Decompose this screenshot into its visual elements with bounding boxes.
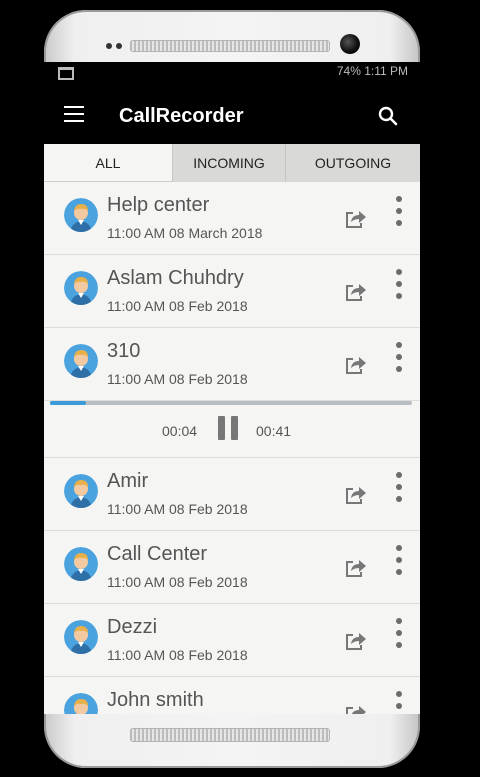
call-timestamp: 11:00 AM 08 Feb 2018	[107, 501, 248, 517]
more-vertical-icon[interactable]	[392, 196, 406, 234]
caller-name: Aslam Chuhdry	[107, 267, 244, 289]
call-timestamp: 11:00 AM 08 Feb 2018	[107, 298, 248, 314]
call-row[interactable]: Dezzi 11:00 AM 08 Feb 2018	[44, 604, 420, 677]
share-export-icon[interactable]	[344, 350, 370, 376]
caller-name: Help center	[107, 194, 210, 216]
playback-progress-fill	[50, 401, 87, 405]
playback-progress-track[interactable]	[50, 401, 412, 405]
share-export-icon[interactable]	[344, 626, 370, 652]
more-vertical-icon[interactable]	[392, 342, 406, 380]
earpiece-speaker	[130, 40, 330, 52]
pause-icon[interactable]	[218, 416, 240, 440]
tab-bar: ALL INCOMING OUTGOING	[44, 144, 420, 182]
tab-outgoing[interactable]: OUTGOING	[285, 144, 420, 182]
call-timestamp: 11:00 AM 08 Feb 2018	[107, 574, 248, 590]
status-text: 74% 1:11 PM	[336, 64, 408, 78]
user-avatar-icon	[64, 271, 98, 305]
total-time: 00:41	[256, 423, 292, 439]
notification-icon	[58, 67, 74, 80]
more-vertical-icon[interactable]	[392, 545, 406, 583]
phone-screen: 74% 1:11 PM CallRecorder ALL INCOMING OU…	[44, 62, 420, 714]
user-avatar-icon	[64, 547, 98, 581]
bottom-speaker	[130, 728, 330, 742]
call-timestamp: 11:00 AM 08 Feb 2018	[107, 647, 248, 663]
tab-incoming[interactable]: INCOMING	[172, 144, 285, 182]
caller-name: Amir	[107, 470, 149, 492]
user-avatar-icon	[64, 620, 98, 654]
more-vertical-icon[interactable]	[392, 691, 406, 714]
call-timestamp: 11:00 AM 08 Feb 2018	[107, 371, 248, 387]
app-title: CallRecorder	[119, 105, 244, 127]
status-bar: 74% 1:11 PM	[44, 62, 420, 88]
more-vertical-icon[interactable]	[392, 269, 406, 307]
search-icon[interactable]	[376, 104, 400, 128]
user-avatar-icon	[64, 474, 98, 508]
front-camera	[340, 34, 360, 54]
more-vertical-icon[interactable]	[392, 618, 406, 656]
call-row[interactable]: John smith 11:00 AM 08 Feb 2018	[44, 677, 420, 714]
share-export-icon[interactable]	[344, 553, 370, 579]
share-export-icon[interactable]	[344, 204, 370, 230]
share-export-icon[interactable]	[344, 699, 370, 714]
caller-name: John smith	[107, 689, 204, 711]
call-row[interactable]: Help center 11:00 AM 08 March 2018	[44, 182, 420, 255]
call-list: Help center 11:00 AM 08 March 2018 Aslam…	[44, 182, 420, 714]
call-timestamp: 11:00 AM 08 March 2018	[107, 225, 263, 241]
caller-name: Dezzi	[107, 616, 158, 638]
call-row[interactable]: 310 11:00 AM 08 Feb 2018	[44, 328, 420, 401]
current-time: 00:04	[162, 423, 198, 439]
user-avatar-icon	[64, 344, 98, 378]
user-avatar-icon	[64, 198, 98, 232]
playback-bar: 00:04 00:41	[44, 401, 420, 458]
sensor-dot	[106, 43, 112, 49]
tab-all[interactable]: ALL	[44, 144, 172, 182]
share-export-icon[interactable]	[344, 480, 370, 506]
call-row[interactable]: Call Center 11:00 AM 08 Feb 2018	[44, 531, 420, 604]
app-bar: CallRecorder	[44, 88, 420, 144]
caller-name: 310	[107, 340, 141, 362]
sensor-dot	[116, 43, 122, 49]
call-row[interactable]: Aslam Chuhdry 11:00 AM 08 Feb 2018	[44, 255, 420, 328]
share-export-icon[interactable]	[344, 277, 370, 303]
call-row[interactable]: Amir 11:00 AM 08 Feb 2018	[44, 458, 420, 531]
more-vertical-icon[interactable]	[392, 472, 406, 510]
user-avatar-icon	[64, 693, 98, 714]
hamburger-menu-icon[interactable]	[64, 106, 84, 122]
caller-name: Call Center	[107, 543, 208, 565]
